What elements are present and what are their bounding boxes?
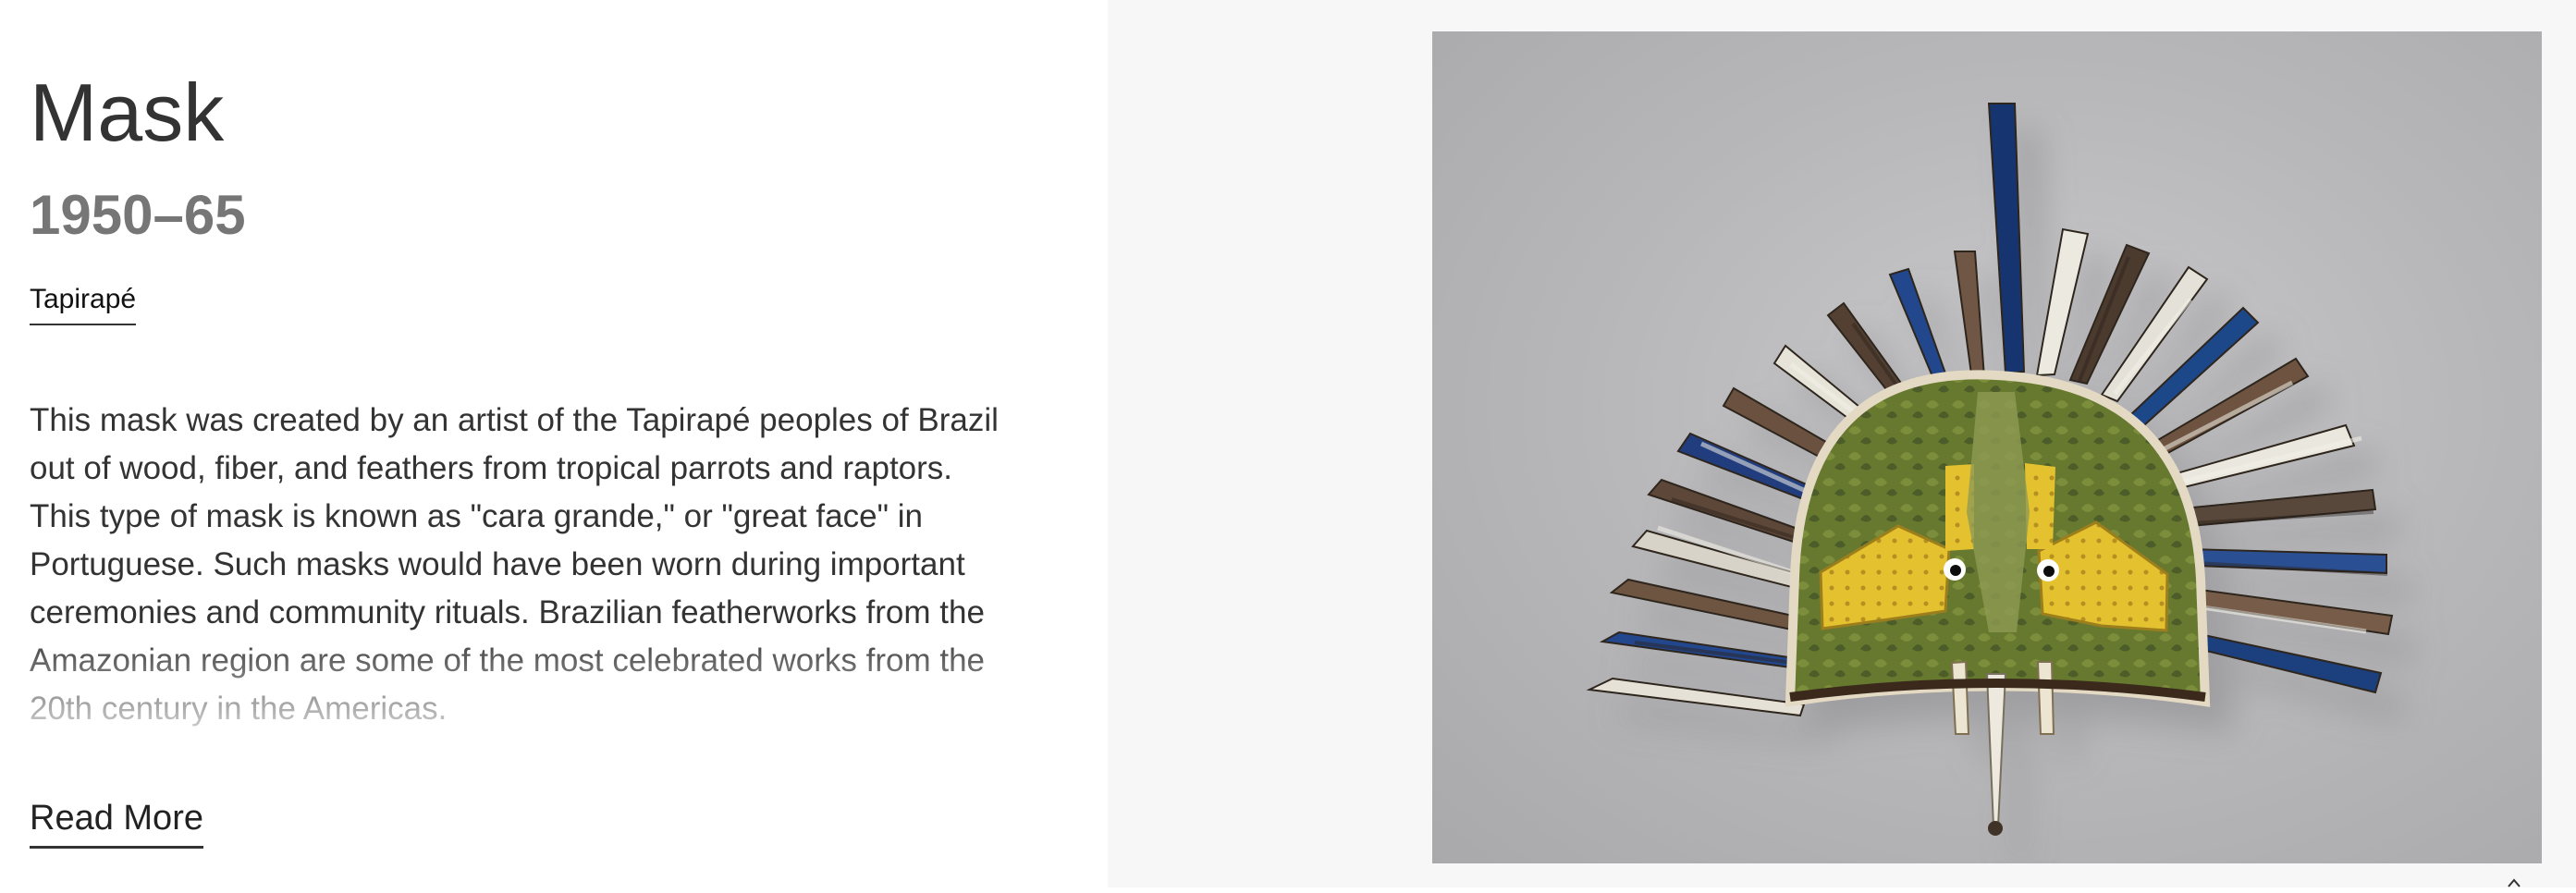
artwork-image[interactable] — [1432, 31, 2542, 863]
artwork-info-panel: Mask 1950–65 Tapirapé This mask was crea… — [0, 0, 1108, 887]
chevron-up-icon — [2507, 876, 2521, 887]
culture-link[interactable]: Tapirapé — [30, 283, 137, 325]
artwork-date: 1950–65 — [30, 184, 246, 246]
feathered-mask-icon — [1586, 103, 2394, 836]
description-fade — [0, 630, 1108, 741]
artwork-title: Mask — [30, 67, 225, 158]
read-more-button[interactable]: Read More — [30, 799, 203, 849]
